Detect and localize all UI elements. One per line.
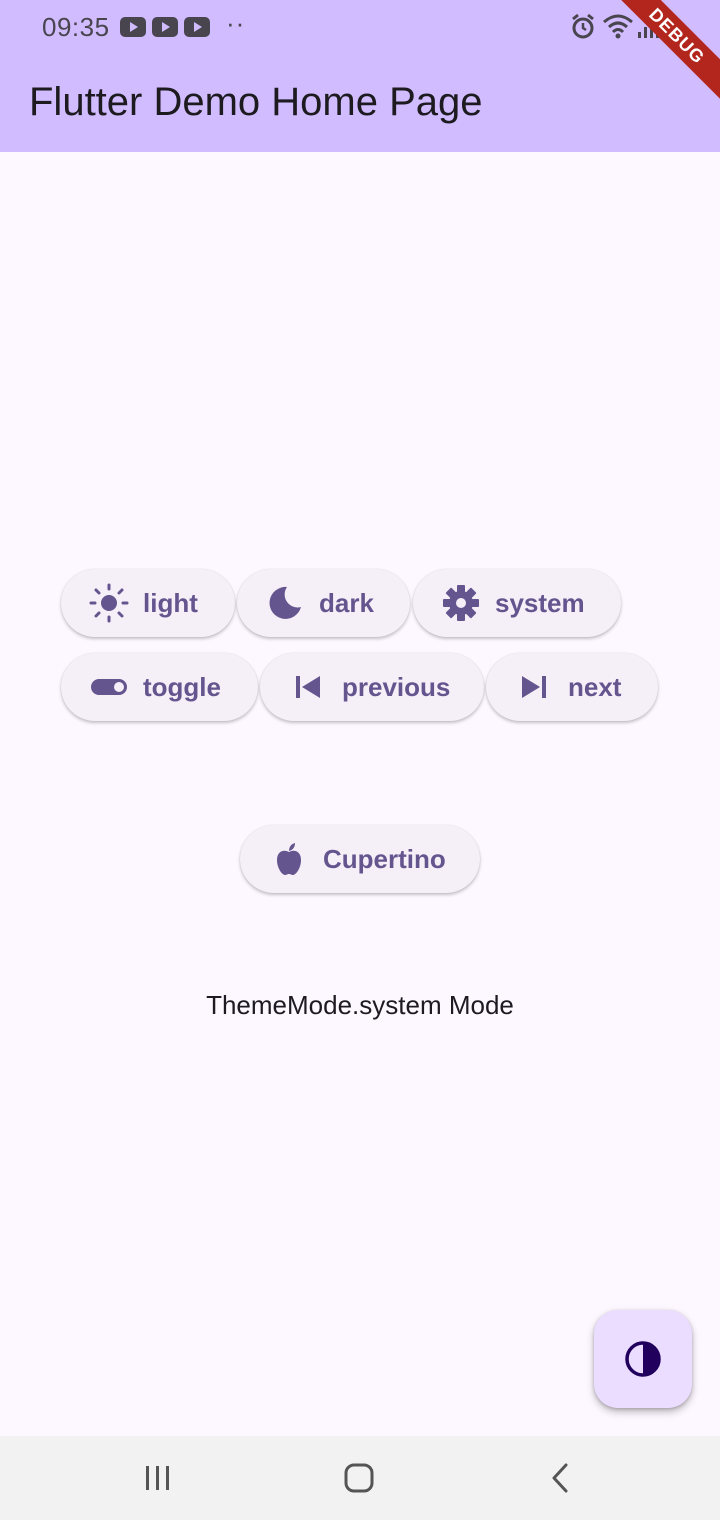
skip-previous-icon — [288, 667, 328, 707]
previous-button[interactable]: previous — [260, 653, 484, 721]
dark-button[interactable]: dark — [237, 569, 410, 637]
back-button[interactable] — [535, 1456, 585, 1500]
dark-button-label: dark — [319, 587, 374, 618]
toggle-icon — [89, 667, 129, 707]
youtube-icon — [184, 17, 210, 37]
apple-icon — [269, 839, 309, 879]
next-button-label: next — [568, 671, 622, 702]
recents-button[interactable] — [133, 1456, 183, 1500]
light-button[interactable]: light — [61, 569, 235, 637]
more-notifications: ·· — [226, 8, 246, 38]
back-icon — [552, 1463, 568, 1493]
top-area: 09:35 ·· Flutter Demo Home Page — [0, 0, 720, 152]
cupertino-button-label: Cupertino — [323, 843, 446, 874]
app-bar-title: Flutter Demo Home Page — [29, 80, 483, 124]
youtube-icon — [120, 17, 146, 37]
previous-button-label: previous — [342, 671, 451, 702]
contrast-icon — [625, 1341, 661, 1377]
cupertino-button[interactable]: Cupertino — [240, 825, 480, 893]
screen: 09:35 ·· Flutter Demo Home Page DEBUG li… — [0, 0, 720, 1520]
sun-icon — [89, 583, 129, 623]
home-button[interactable] — [334, 1456, 384, 1500]
system-button-label: system — [495, 587, 585, 618]
home-icon — [344, 1463, 374, 1493]
recents-icon — [146, 1466, 169, 1490]
status-time: 09:35 — [42, 12, 110, 42]
next-button[interactable]: next — [486, 653, 658, 721]
moon-icon — [265, 583, 305, 623]
toggle-button-label: toggle — [143, 671, 221, 702]
toggle-button[interactable]: toggle — [61, 653, 258, 721]
light-button-label: light — [143, 587, 198, 618]
status-bar: 09:35 ·· — [0, 0, 720, 56]
skip-next-icon — [514, 667, 554, 707]
system-button[interactable]: system — [413, 569, 621, 637]
wifi-icon — [603, 14, 633, 39]
gear-icon — [441, 583, 481, 623]
theme-fab-button[interactable] — [594, 1310, 692, 1408]
system-nav-bar — [0, 1436, 720, 1520]
theme-mode-text: ThemeMode.system Mode — [206, 990, 514, 1020]
youtube-icon — [152, 17, 178, 37]
alarm-icon — [572, 13, 594, 39]
